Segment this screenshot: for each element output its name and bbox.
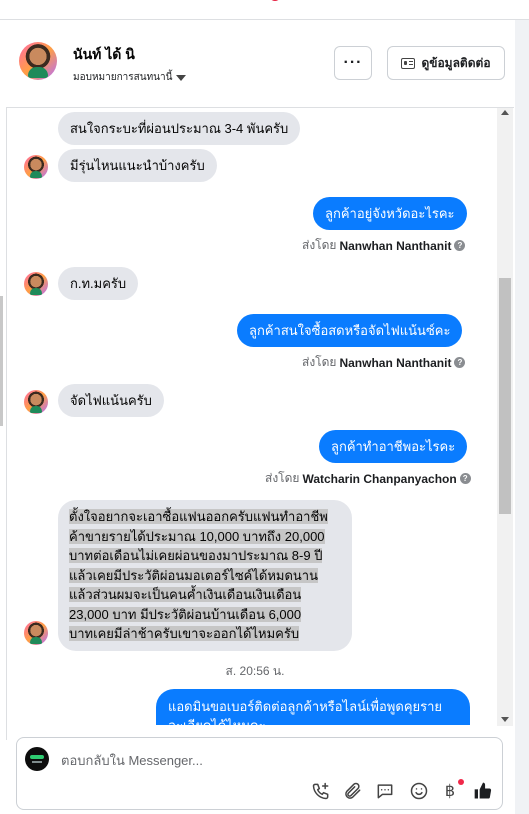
contact-card-icon bbox=[401, 57, 416, 69]
emoji-icon[interactable] bbox=[408, 780, 430, 802]
sent-by-prefix: ส่งโดย bbox=[265, 471, 300, 485]
outgoing-message-clip: แอดมินขอเบอร์ติดต่อลูกค้าหรือไลน์เพื่อพู… bbox=[156, 689, 470, 725]
sent-by-label: ส่งโดย Watcharin Chanpanyachon ? bbox=[265, 469, 471, 488]
message-line: บาทเคยมีล่าช้าครับเขาจะออกได้ไหมครับ bbox=[69, 626, 300, 641]
sender-avatar[interactable] bbox=[24, 272, 48, 296]
contact-name[interactable]: นันท์ ได้ นิ bbox=[73, 44, 135, 66]
outgoing-message: ลูกค้าทำอาชีพอะไรคะ bbox=[319, 430, 468, 463]
scroll-down-arrow-icon[interactable] bbox=[501, 717, 509, 722]
right-panel-edge bbox=[515, 20, 529, 814]
sent-by-label: ส่งโดย Nanwhan Nanthanit ? bbox=[302, 236, 466, 255]
sent-by-prefix: ส่งโดย bbox=[302, 238, 337, 252]
incoming-message: ก.ท.มครับ bbox=[58, 267, 139, 300]
help-icon[interactable]: ? bbox=[454, 357, 466, 368]
sent-by-prefix: ส่งโดย bbox=[302, 355, 337, 369]
message-line: แล้วส่วนผมจะเป็นคนค้ำเงินเดือนเงินเดือน bbox=[69, 587, 302, 602]
message-timestamp: ส. 20:56 น. bbox=[225, 664, 285, 678]
notification-dot bbox=[458, 779, 464, 785]
message-line: ตั้งใจอยากจะเอาซื้อแฟนออกครับแฟนทำอาชีพ bbox=[69, 509, 328, 524]
message-line: แล้วเคยมีประวัติผ่อนมอเตอร์ไซค์ได้หมดนาน bbox=[69, 567, 318, 583]
incoming-message: จัดไฟแน้นครับ bbox=[58, 384, 164, 417]
message-line: ละเอียดได้ไหมคะ bbox=[168, 716, 458, 725]
sender-avatar[interactable] bbox=[24, 390, 48, 414]
assign-label: มอบหมายการสนทนานี้ bbox=[73, 72, 173, 83]
conversation-scrollbar[interactable] bbox=[497, 108, 513, 726]
incoming-message: มีรุ่นไหนแนะนำบ้างครับ bbox=[58, 149, 217, 182]
thumbs-up-icon[interactable] bbox=[472, 780, 494, 802]
sender-name: Watcharin Chanpanyachon bbox=[302, 471, 457, 486]
sender-name: Nanwhan Nanthanit bbox=[339, 238, 452, 253]
outgoing-message: แอดมินขอเบอร์ติดต่อลูกค้าหรือไลน์เพื่อพู… bbox=[156, 689, 470, 725]
message-line: 23,000 บาท มีประวัติผ่อนบ้านเดือน 6,000 bbox=[69, 606, 302, 622]
left-panel-scroll-thumb[interactable] bbox=[0, 296, 3, 426]
help-icon[interactable]: ? bbox=[459, 473, 471, 484]
contact-avatar[interactable] bbox=[19, 42, 57, 80]
paperclip-icon[interactable] bbox=[342, 780, 364, 802]
cropped-toolbar-icons bbox=[271, 0, 279, 1]
baht-label: ฿ bbox=[444, 783, 456, 800]
message-line: ค้าขายรายได้ประมาณ 10,000 บาทถึง 20,000 bbox=[69, 528, 325, 544]
chevron-down-icon bbox=[176, 74, 187, 81]
conversation-header: นันท์ ได้ นิ มอบหมายการสนทนานี้ ··· ดูข้… bbox=[6, 20, 514, 108]
outgoing-message: ลูกค้าอยู่จังหวัดอะไรคะ bbox=[313, 197, 467, 230]
sender-avatar[interactable] bbox=[24, 621, 48, 645]
message-line: แอดมินขอเบอร์ติดต่อลูกค้าหรือไลน์เพื่อพู… bbox=[168, 699, 443, 714]
scroll-up-arrow-icon[interactable] bbox=[501, 110, 509, 115]
page-avatar bbox=[25, 747, 49, 771]
sender-avatar[interactable] bbox=[24, 155, 48, 179]
top-toolbar-strip bbox=[0, 0, 529, 20]
scroll-thumb[interactable] bbox=[499, 278, 511, 514]
call-add-icon[interactable] bbox=[310, 780, 332, 802]
payment-icon[interactable]: ฿ bbox=[439, 779, 464, 802]
sent-by-label: ส่งโดย Nanwhan Nanthanit ? bbox=[302, 353, 466, 372]
left-divider bbox=[6, 20, 7, 740]
message-line: บาทต่อเดือนไม่เคยผ่อนของมาประมาณ 8-9 ปี bbox=[69, 548, 323, 563]
view-contact-info-button[interactable]: ดูข้อมูลติดต่อ bbox=[387, 46, 505, 80]
saved-replies-icon[interactable] bbox=[374, 780, 396, 802]
assign-conversation-dropdown[interactable]: มอบหมายการสนทนานี้ bbox=[73, 70, 187, 85]
incoming-message-long: ตั้งใจอยากจะเอาซื้อแฟนออกครับแฟนทำอาชีพ … bbox=[58, 500, 352, 651]
reply-input[interactable] bbox=[61, 751, 461, 769]
help-icon[interactable]: ? bbox=[454, 240, 466, 251]
reply-composer: ฿ bbox=[16, 737, 503, 810]
more-options-button[interactable]: ··· bbox=[334, 46, 372, 80]
incoming-message: สนใจกระบะที่ผ่อนประมาณ 3-4 พันครับ bbox=[58, 112, 301, 145]
sender-name: Nanwhan Nanthanit bbox=[339, 355, 452, 370]
view-contact-info-label: ดูข้อมูลติดต่อ bbox=[421, 55, 491, 70]
outgoing-message: ลูกค้าสนใจซื้อสดหรือจัดไฟแน้นซ์คะ bbox=[237, 314, 463, 347]
